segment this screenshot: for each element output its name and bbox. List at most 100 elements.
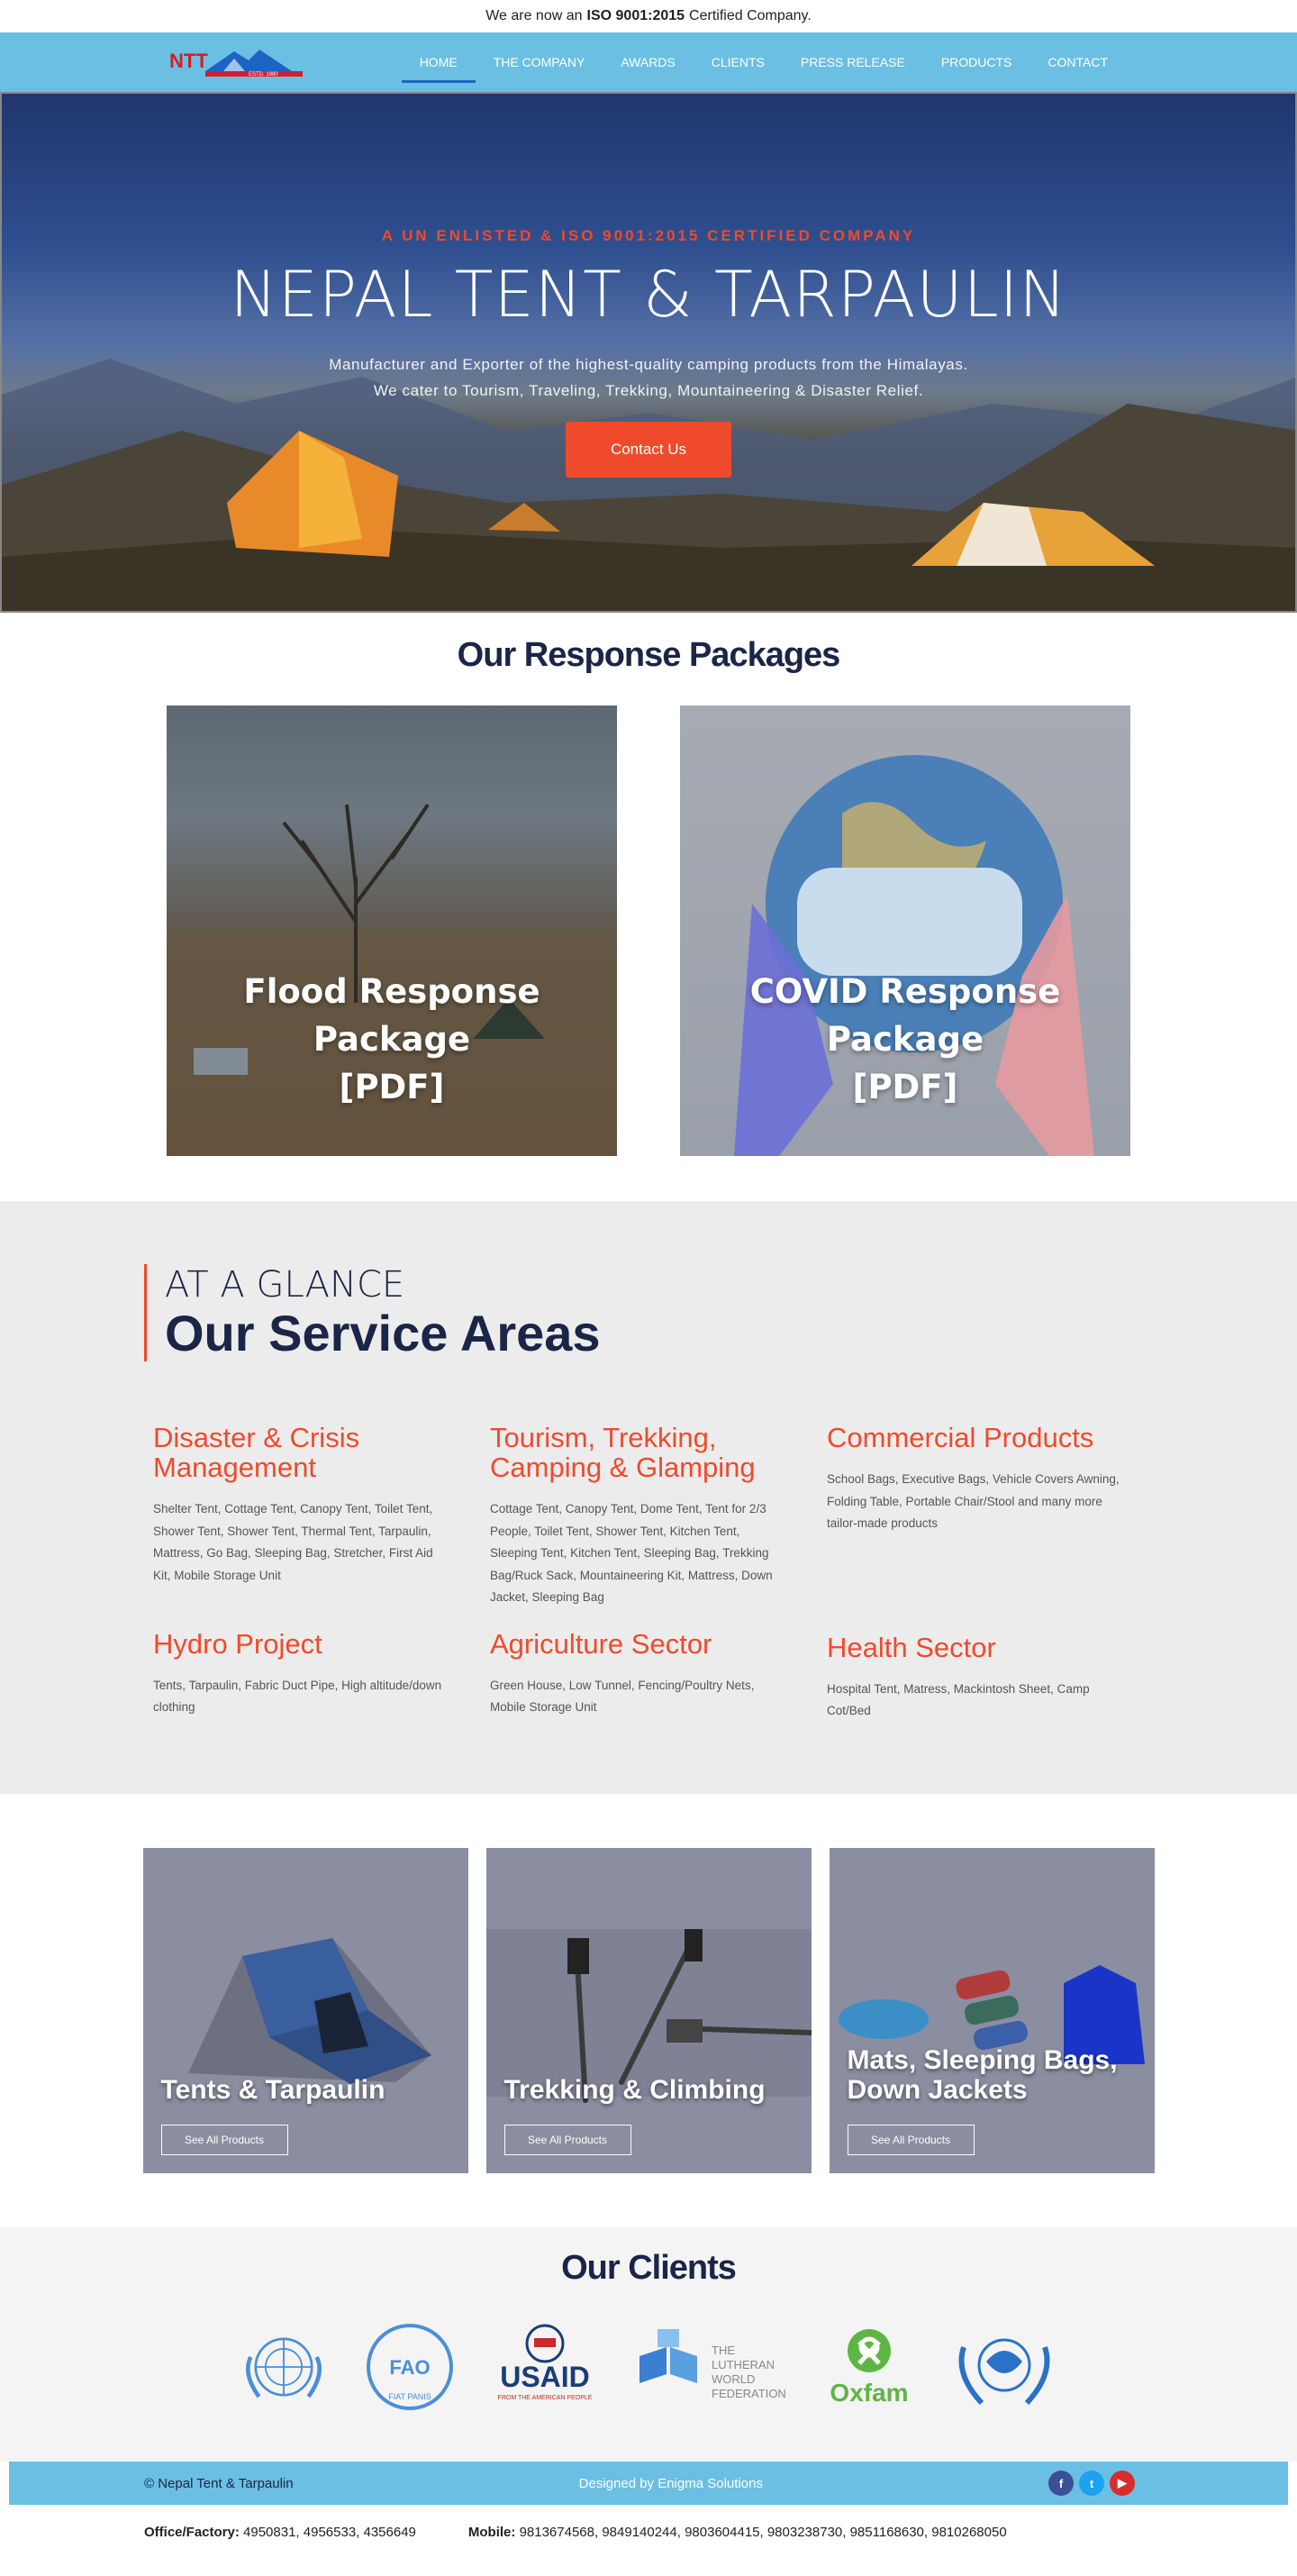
product-card-mats[interactable]: Mats, Sleeping Bags, Down Jackets See Al… xyxy=(829,1848,1155,2173)
service-areas-title: Our Service Areas xyxy=(165,1305,601,1361)
service-area-title: Agriculture Sector xyxy=(490,1627,712,1660)
hero-subtitle-line-1: Manufacturer and Exporter of the highest… xyxy=(329,356,968,373)
nav-menu: HOME THE COMPANY AWARDS CLIENTS PRESS RE… xyxy=(401,32,1126,92)
lwf-logo-icon: THE LUTHERAN WORLD FEDERATION xyxy=(630,2320,793,2414)
svg-text:USAID: USAID xyxy=(500,2361,590,2393)
service-area-title: Disaster & Crisis Management xyxy=(153,1422,360,1483)
nav-awards[interactable]: AWARDS xyxy=(603,32,693,92)
service-area-desc: Cottage Tent, Canopy Tent, Dome Tent, Te… xyxy=(490,1502,773,1604)
page-bottom-spacer xyxy=(0,2540,1297,2576)
hero-title: NEPAL TENT & TARPAULIN xyxy=(230,258,1067,332)
flood-package-title: Flood Response Package xyxy=(243,972,540,1059)
service-area-disaster: Disaster & Crisis Management Shelter Ten… xyxy=(153,1423,490,1609)
covid-package-pdf: [PDF] xyxy=(852,1068,958,1106)
service-areas-section: AT A GLANCE Our Service Areas Disaster &… xyxy=(0,1201,1297,1794)
flood-package-label: Flood Response Package [PDF] xyxy=(167,968,617,1111)
service-areas-kicker: AT A GLANCE xyxy=(165,1264,405,1306)
mobile-numbers: 9813674568, 9849140244, 9803604415, 9803… xyxy=(519,2525,1007,2540)
service-area-title: Commercial Products xyxy=(827,1422,1094,1453)
office-phone: Office/Factory: 4950831, 4956533, 435664… xyxy=(144,2525,416,2540)
flood-package-pdf: [PDF] xyxy=(339,1068,445,1106)
nav-press-release[interactable]: PRESS RELEASE xyxy=(783,32,923,92)
service-area-agriculture: Agriculture Sector Green House, Low Tunn… xyxy=(490,1629,827,1723)
product-card-trekking[interactable]: Trekking & Climbing See All Products xyxy=(485,1848,812,2173)
oxfam-logo-icon: Oxfam xyxy=(820,2320,919,2414)
contact-us-button[interactable]: Contact Us xyxy=(566,422,731,478)
flood-package-card[interactable]: Flood Response Package [PDF] xyxy=(167,705,617,1156)
footer-copyright: © Nepal Tent & Tarpaulin xyxy=(144,2475,294,2491)
clients-section: Our Clients FAO FIAT PANIS USAID FROM TH… xyxy=(0,2227,1297,2462)
see-all-products-button[interactable]: See All Products xyxy=(160,2125,288,2155)
nav-contact[interactable]: CONTACT xyxy=(1029,32,1126,92)
site-logo[interactable]: NTT ESTD. 1980 xyxy=(169,44,306,80)
product-categories: Tents & Tarpaulin See All Products Trekk… xyxy=(0,1794,1297,2227)
svg-text:FROM THE AMERICAN PEOPLE: FROM THE AMERICAN PEOPLE xyxy=(498,2395,593,2401)
footer-contact: Office/Factory: 4950831, 4956533, 435664… xyxy=(0,2505,1297,2540)
svg-text:ESTD. 1980: ESTD. 1980 xyxy=(249,72,278,77)
service-area-desc: Green House, Low Tunnel, Fencing/Poultry… xyxy=(490,1678,755,1715)
covid-package-title: COVID Response Package xyxy=(749,972,1061,1059)
ntt-logo-icon: NTT ESTD. 1980 xyxy=(169,50,303,77)
footer-designed-by-link[interactable]: Designed by Enigma Solutions xyxy=(579,2476,763,2491)
product-card-title: Mats, Sleeping Bags, Down Jackets xyxy=(847,2045,1118,2105)
service-areas-grid: Disaster & Crisis Management Shelter Ten… xyxy=(153,1423,1297,1723)
main-navbar: NTT ESTD. 1980 HOME THE COMPANY AWARDS C… xyxy=(0,32,1297,92)
nav-clients[interactable]: CLIENTS xyxy=(694,32,783,92)
notice-text-post: Certified Company. xyxy=(689,8,812,23)
service-area-title: Tourism, Trekking, Camping & Glamping xyxy=(490,1422,756,1483)
product-card-title: Trekking & Climbing xyxy=(503,2075,766,2105)
svg-text:WORLD: WORLD xyxy=(712,2372,755,2386)
product-card-title: Tents & Tarpaulin xyxy=(160,2075,385,2105)
client-logos: FAO FIAT PANIS USAID FROM THE AMERICAN P… xyxy=(0,2320,1297,2414)
hero-kicker: A UN ENLISTED & ISO 9001:2015 CERTIFIED … xyxy=(381,227,916,244)
hero-subtitle: Manufacturer and Exporter of the highest… xyxy=(2,351,1295,404)
nav-home[interactable]: HOME xyxy=(401,32,476,92)
service-area-tourism: Tourism, Trekking, Camping & Glamping Co… xyxy=(490,1423,827,1609)
un-logo-icon xyxy=(234,2320,333,2414)
service-area-desc: School Bags, Executive Bags, Vehicle Cov… xyxy=(827,1472,1120,1530)
service-area-title: Health Sector xyxy=(827,1631,996,1663)
twitter-icon[interactable]: t xyxy=(1079,2471,1104,2496)
svg-text:FEDERATION: FEDERATION xyxy=(712,2387,786,2400)
service-area-desc: Tents, Tarpaulin, Fabric Duct Pipe, High… xyxy=(153,1678,442,1715)
covid-package-label: COVID Response Package [PDF] xyxy=(680,968,1130,1111)
service-area-desc: Shelter Tent, Cottage Tent, Canopy Tent,… xyxy=(153,1502,433,1582)
clients-heading: Our Clients xyxy=(561,2249,737,2287)
social-links: f t ▶ xyxy=(1048,2471,1135,2496)
nav-the-company[interactable]: THE COMPANY xyxy=(476,32,603,92)
service-area-desc: Hospital Tent, Matress, Mackintosh Sheet… xyxy=(827,1681,1090,1718)
service-area-commercial: Commercial Products School Bags, Executi… xyxy=(827,1423,1164,1609)
svg-text:NTT: NTT xyxy=(169,50,208,72)
covid-package-card[interactable]: COVID Response Package [PDF] xyxy=(680,705,1130,1156)
usaid-logo-icon: USAID FROM THE AMERICAN PEOPLE xyxy=(486,2320,603,2414)
wfp-logo-icon xyxy=(946,2320,1063,2414)
notice-text-bold: ISO 9001:2015 xyxy=(586,8,685,23)
svg-text:FAO: FAO xyxy=(389,2356,430,2379)
hero-subtitle-line-2: We cater to Tourism, Traveling, Trekking… xyxy=(373,382,924,399)
notice-text-pre: We are now an xyxy=(485,8,583,23)
product-card-tents[interactable]: Tents & Tarpaulin See All Products xyxy=(142,1848,468,2173)
top-notice: We are now an ISO 9001:2015 Certified Co… xyxy=(0,0,1297,32)
office-label: Office/Factory: xyxy=(144,2525,240,2540)
service-areas-header: AT A GLANCE Our Service Areas xyxy=(144,1264,1297,1361)
footer-bar: © Nepal Tent & Tarpaulin Designed by Eni… xyxy=(9,2462,1288,2505)
see-all-products-button[interactable]: See All Products xyxy=(503,2125,631,2155)
office-numbers: 4950831, 4956533, 4356649 xyxy=(243,2525,416,2540)
svg-text:Oxfam: Oxfam xyxy=(830,2379,908,2407)
facebook-icon[interactable]: f xyxy=(1048,2471,1074,2496)
hero-content: A UN ENLISTED & ISO 9001:2015 CERTIFIED … xyxy=(2,227,1295,478)
packages-row: Flood Response Package [PDF] COVID Respo… xyxy=(167,705,1130,1156)
youtube-icon[interactable]: ▶ xyxy=(1110,2471,1135,2496)
service-area-health: Health Sector Hospital Tent, Matress, Ma… xyxy=(827,1629,1164,1723)
svg-text:LUTHERAN: LUTHERAN xyxy=(712,2358,775,2371)
mobile-phone: Mobile: 9813674568, 9849140244, 98036044… xyxy=(468,2525,1007,2540)
packages-heading: Our Response Packages xyxy=(457,636,841,674)
nav-products[interactable]: PRODUCTS xyxy=(923,32,1030,92)
fao-logo-icon: FAO FIAT PANIS xyxy=(360,2320,459,2414)
service-area-hydro: Hydro Project Tents, Tarpaulin, Fabric D… xyxy=(153,1629,490,1723)
mobile-label: Mobile: xyxy=(467,2525,516,2540)
see-all-products-button[interactable]: See All Products xyxy=(847,2125,975,2155)
service-area-title: Hydro Project xyxy=(153,1627,322,1660)
svg-text:FIAT PANIS: FIAT PANIS xyxy=(388,2392,431,2401)
hero-banner: A UN ENLISTED & ISO 9001:2015 CERTIFIED … xyxy=(0,92,1297,613)
